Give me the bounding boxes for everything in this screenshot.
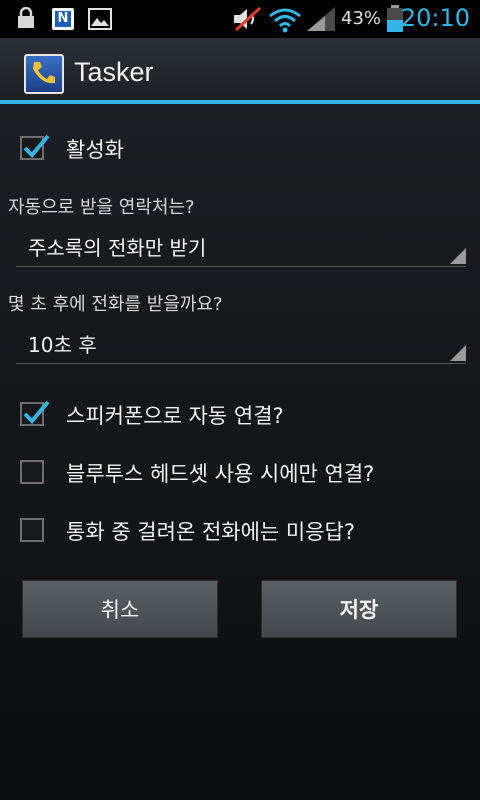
title-bar: Tasker (0, 38, 480, 104)
lock-icon (18, 7, 34, 28)
cancel-button[interactable]: 취소 (22, 580, 218, 638)
phone-icon (33, 62, 55, 84)
bluetooth-checkbox[interactable] (20, 460, 44, 484)
image-icon (88, 8, 112, 30)
contacts-question: 자동으로 받을 연락처는? (8, 197, 195, 218)
spinner-triangle-icon (450, 345, 466, 361)
checkmark-icon (23, 134, 50, 158)
enable-label: 활성화 (66, 138, 124, 162)
mute-icon (234, 6, 262, 32)
spinner-triangle-icon (450, 248, 466, 264)
speakerphone-checkbox[interactable] (20, 400, 50, 426)
status-clock: 20:10 (400, 4, 470, 32)
delay-spinner[interactable]: 10초 후 (16, 325, 466, 364)
signal-icon (307, 7, 335, 31)
checkmark-icon (23, 400, 50, 424)
wifi-icon (269, 8, 301, 33)
battery-percent: 43% (341, 8, 382, 29)
bluetooth-label: 블루투스 헤드셋 사용 시에만 연결? (66, 462, 375, 486)
enable-checkbox[interactable] (20, 134, 50, 160)
bluetooth-option[interactable]: 블루투스 헤드셋 사용 시에만 연결? (0, 452, 480, 492)
app-icon (24, 54, 64, 94)
status-bar: N 43% 20:10 (0, 0, 480, 38)
app-title: Tasker (74, 57, 154, 87)
delay-spinner-value: 10초 후 (28, 333, 97, 357)
save-button[interactable]: 저장 (261, 580, 457, 638)
contacts-spinner-value: 주소록의 전화만 받기 (28, 236, 207, 260)
no-answer-during-call-checkbox[interactable] (20, 518, 44, 542)
contacts-spinner[interactable]: 주소록의 전화만 받기 (16, 228, 466, 267)
no-answer-during-call-label: 통화 중 걸려온 전화에는 미응답? (66, 520, 356, 544)
enable-row[interactable]: 활성화 (0, 128, 480, 168)
speakerphone-option[interactable]: 스피커폰으로 자동 연결? (0, 394, 480, 434)
delay-question: 몇 초 후에 전화를 받을까요? (8, 294, 223, 315)
title-accent-line (0, 100, 480, 104)
notification-n-icon: N (52, 8, 74, 30)
speakerphone-label: 스피커폰으로 자동 연결? (66, 404, 284, 428)
no-answer-during-call-option[interactable]: 통화 중 걸려온 전화에는 미응답? (0, 510, 480, 550)
